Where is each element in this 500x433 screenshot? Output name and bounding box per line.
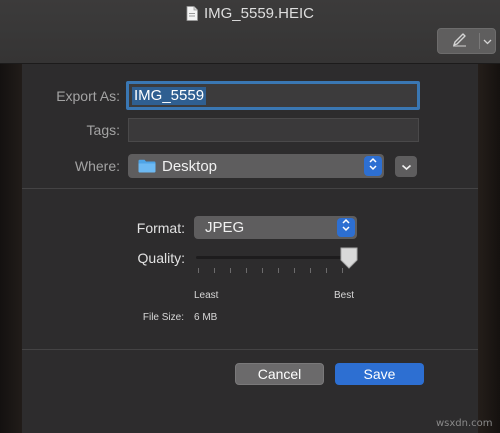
export-sheet: Export As: IMG_5559 Tags: Where: Desktop [22, 64, 478, 433]
where-expand-button[interactable] [395, 156, 417, 177]
up-down-chevron-icon [368, 157, 378, 176]
quality-slider-thumb[interactable] [340, 247, 358, 274]
slider-tick [214, 268, 215, 273]
format-stepper [337, 218, 355, 237]
chevron-down-icon [401, 158, 412, 176]
section-divider [22, 349, 478, 350]
markup-options-button[interactable] [480, 29, 495, 53]
folder-icon [138, 159, 156, 173]
where-stepper [364, 156, 382, 176]
section-divider [22, 188, 478, 189]
export-as-value: IMG_5559 [132, 86, 207, 105]
background-photo-left [0, 64, 22, 433]
markup-button[interactable] [438, 29, 479, 53]
window-titlebar: IMG_5559.HEIC [0, 0, 500, 64]
background-photo-right [478, 64, 500, 433]
slider-tick [326, 268, 327, 273]
up-down-chevron-icon [341, 218, 351, 237]
file-size-value: 6 MB [194, 312, 218, 323]
format-value: JPEG [205, 219, 245, 236]
slider-tick [310, 268, 311, 273]
window-title-text: IMG_5559.HEIC [203, 5, 315, 22]
slider-tick [246, 268, 247, 273]
quality-label: Quality: [137, 250, 185, 266]
quality-min-label: Least [194, 290, 219, 301]
quality-max-label: Best [334, 290, 355, 301]
tags-field[interactable] [128, 118, 419, 142]
where-value: Desktop [162, 157, 218, 175]
quality-slider-track [196, 256, 348, 259]
cancel-button[interactable]: Cancel [235, 363, 324, 385]
screen: IMG_5559.HEIC Export As: IMG_5559 Tags: … [0, 0, 500, 433]
watermark-text: wsxdn.com [436, 418, 493, 429]
document-icon [186, 6, 198, 27]
slider-tick [262, 268, 263, 273]
slider-tick [230, 268, 231, 273]
where-label: Where: [74, 158, 120, 174]
window-title: IMG_5559.HEIC [0, 4, 500, 27]
tags-label: Tags: [86, 122, 120, 138]
chevron-down-icon [483, 32, 492, 50]
markup-toolbar-group [437, 28, 496, 54]
save-button[interactable]: Save [335, 363, 424, 385]
slider-tick [198, 268, 199, 273]
format-label: Format: [136, 220, 185, 236]
export-as-label: Export As: [56, 88, 120, 104]
export-as-field[interactable]: IMG_5559 [126, 81, 420, 110]
markup-pen-icon [449, 31, 469, 52]
format-popup[interactable]: JPEG [194, 216, 357, 239]
slider-tick [278, 268, 279, 273]
file-size-label: File Size: [142, 312, 184, 323]
slider-tick [294, 268, 295, 273]
quality-slider[interactable] [194, 247, 358, 287]
where-popup[interactable]: Desktop [128, 154, 384, 178]
